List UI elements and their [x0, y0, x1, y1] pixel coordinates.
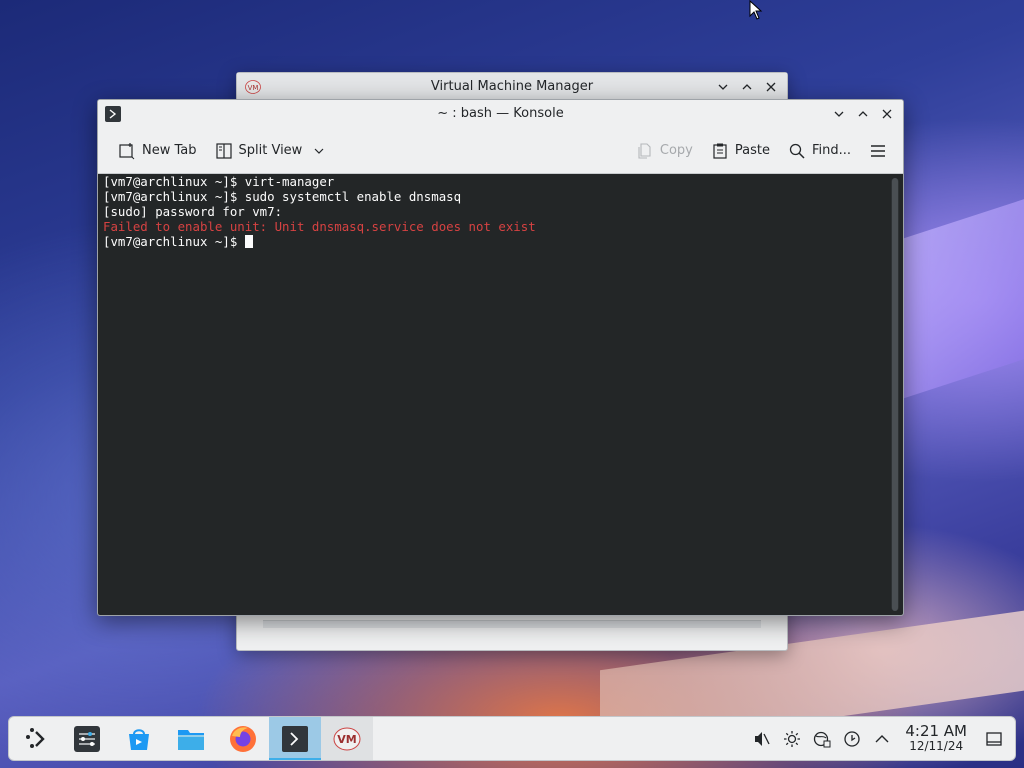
firefox-icon [230, 725, 256, 752]
close-icon [766, 82, 776, 92]
split-view-label: Split View [238, 143, 303, 158]
close-button[interactable] [877, 104, 897, 124]
terminal-line: [vm7@archlinux ~]$ virt-manager [103, 174, 335, 189]
minimize-button[interactable] [713, 77, 733, 97]
folder-icon [178, 729, 204, 750]
taskbar-system-settings[interactable] [61, 717, 113, 760]
settings-sliders-icon [74, 725, 100, 752]
show-hidden-icons-button[interactable] [869, 726, 895, 752]
scrollbar-thumb[interactable] [892, 178, 898, 611]
system-tray: 4:21 AM 12/11/24 [749, 724, 1015, 752]
discover-store-icon [129, 728, 149, 750]
clock-date: 12/11/24 [909, 739, 964, 754]
chevron-up-icon [875, 734, 889, 742]
split-view-button[interactable]: Split View [209, 138, 333, 164]
minimize-button[interactable] [829, 104, 849, 124]
mouse-cursor-icon [749, 0, 763, 20]
hamburger-menu-icon [871, 144, 885, 157]
updates-icon [844, 730, 860, 747]
taskbar-firefox[interactable] [217, 717, 269, 760]
kde-launcher-icon [26, 727, 45, 748]
close-icon [882, 109, 892, 119]
copy-icon [638, 142, 651, 159]
terminal-error-line: Failed to enable unit: Unit dnsmasq.serv… [103, 219, 536, 234]
konsole-toolbar: New Tab Split View Copy Paste Find... [98, 128, 903, 174]
hamburger-menu-button[interactable] [863, 138, 893, 164]
network-button[interactable] [809, 726, 835, 752]
terminal-output: [vm7@archlinux ~]$ virt-manager [vm7@arch… [103, 174, 883, 249]
taskbar-konsole[interactable] [269, 717, 321, 760]
paste-label: Paste [734, 143, 770, 158]
application-launcher-button[interactable] [9, 717, 61, 760]
terminal-scrollbar[interactable] [891, 178, 899, 611]
taskbar-dolphin[interactable] [165, 717, 217, 760]
taskbar-discover[interactable] [113, 717, 165, 760]
show-desktop-button[interactable] [981, 726, 1007, 752]
show-desktop-icon [986, 731, 1002, 746]
chevron-down-icon [718, 84, 728, 90]
network-icon [814, 731, 831, 747]
terminal-line: [vm7@archlinux ~]$ sudo systemctl enable… [103, 189, 462, 204]
digital-clock[interactable]: 4:21 AM 12/11/24 [905, 722, 967, 754]
terminal-line: [vm7@archlinux ~]$ [103, 234, 883, 249]
chevron-down-icon [834, 111, 844, 117]
konsole-titlebar[interactable]: ~ : bash — Konsole [98, 100, 903, 128]
split-view-icon [215, 142, 232, 159]
new-tab-button[interactable]: New Tab [112, 138, 203, 164]
updates-button[interactable] [839, 726, 865, 752]
copy-button[interactable]: Copy [630, 138, 699, 164]
taskbar-virt-manager[interactable]: VM [321, 717, 373, 760]
chevron-down-icon[interactable] [312, 144, 326, 158]
close-button[interactable] [761, 77, 781, 97]
copy-label: Copy [659, 143, 693, 158]
terminal-area[interactable]: [vm7@archlinux ~]$ virt-manager [vm7@arch… [98, 174, 903, 615]
konsole-window-title: ~ : bash — Konsole [437, 106, 564, 121]
paste-button[interactable]: Paste [705, 138, 776, 164]
search-icon [789, 143, 805, 159]
maximize-button[interactable] [853, 104, 873, 124]
paste-icon [713, 143, 727, 159]
vmm-icon: VM [333, 727, 361, 750]
terminal-icon [282, 725, 308, 752]
volume-button[interactable] [749, 726, 775, 752]
terminal-line: [sudo] password for vm7: [103, 204, 283, 219]
vmm-content-strip [263, 620, 761, 628]
vmm-window-title: Virtual Machine Manager [430, 79, 594, 94]
speaker-muted-icon [755, 731, 770, 746]
chevron-up-icon [858, 111, 868, 117]
find-label: Find... [811, 143, 851, 158]
find-button[interactable]: Find... [782, 138, 857, 164]
taskbar: VM 4:21 AM 12/11/24 [8, 716, 1016, 761]
svg-text:VM: VM [337, 733, 356, 746]
konsole-window[interactable]: ~ : bash — Konsole New Tab Split View Co… [97, 99, 904, 616]
new-tab-label: New Tab [142, 143, 197, 158]
vmm-titlebar[interactable]: VM Virtual Machine Manager [237, 73, 787, 101]
maximize-button[interactable] [737, 77, 757, 97]
clock-time: 4:21 AM [905, 722, 967, 741]
new-tab-icon [119, 142, 135, 159]
terminal-cursor [244, 235, 253, 248]
chevron-up-icon [742, 84, 752, 90]
brightness-icon [784, 730, 801, 747]
brightness-button[interactable] [779, 726, 805, 752]
